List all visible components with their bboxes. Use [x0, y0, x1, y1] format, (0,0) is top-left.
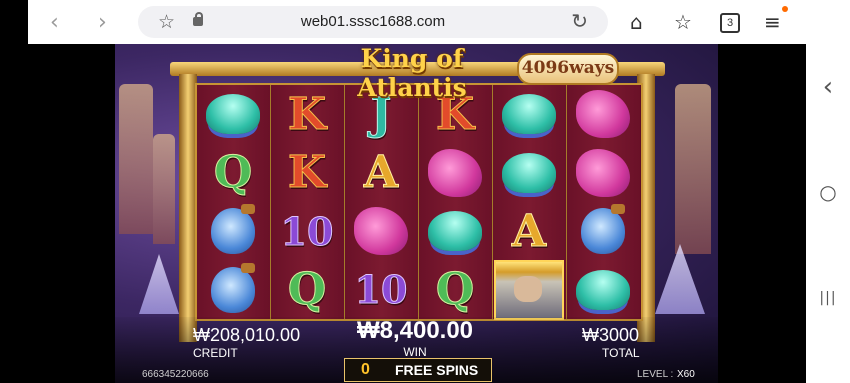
favorites-icon[interactable]: ☆	[674, 10, 692, 34]
home-icon[interactable]: ⌂	[630, 10, 643, 34]
system-home-icon[interactable]: ○	[806, 180, 850, 204]
symbol-a: A	[494, 203, 564, 259]
url-text[interactable]: web01.sssc1688.com	[138, 13, 608, 30]
symbol-q: Q	[272, 262, 342, 318]
symbol-seahorse	[420, 145, 490, 201]
symbol-k: K	[272, 86, 342, 142]
symbol-letter: 10	[354, 267, 408, 313]
symbol-shell	[568, 262, 638, 318]
win-value: ₩8,400.00	[356, 317, 474, 344]
shell-icon	[206, 94, 260, 134]
shell-icon	[576, 269, 630, 310]
browser-toolbar: ‹ › ☆ web01.sssc1688.com ↻ ⌂ ☆ 3 ≡	[28, 0, 806, 44]
symbol-shell	[494, 86, 564, 142]
symbol-shell	[420, 203, 490, 259]
shell-icon	[502, 94, 556, 134]
seahorse-icon	[354, 207, 408, 255]
symbol-seahorse	[568, 86, 638, 142]
forward-icon[interactable]: ›	[98, 10, 107, 35]
credit-label: CREDIT	[193, 346, 238, 360]
seahorse-icon	[576, 148, 630, 197]
symbol-q: Q	[198, 145, 268, 201]
tabs-button[interactable]: 3	[720, 13, 740, 33]
symbol-bottle	[568, 203, 638, 259]
symbol-seahorse	[346, 203, 416, 259]
seahorse-icon	[428, 148, 482, 197]
symbol-letter: A	[511, 205, 547, 257]
symbol-king	[494, 259, 564, 320]
background-tower	[119, 84, 153, 234]
symbol-letter: K	[287, 88, 327, 140]
background-crystal	[139, 254, 179, 314]
symbol-10: 10	[272, 203, 342, 259]
symbol-letter: K	[287, 147, 327, 199]
bottle-icon	[581, 204, 625, 254]
bottle-icon	[211, 204, 255, 254]
background-crystal	[655, 244, 705, 314]
symbol-shell	[494, 145, 564, 201]
credit-value: ₩208,010.00	[193, 325, 301, 345]
reload-icon[interactable]: ↻	[571, 9, 588, 33]
session-id: 666345220666	[142, 369, 209, 380]
system-recents-icon[interactable]: |||	[806, 290, 850, 306]
bottle-icon	[211, 262, 255, 313]
shell-icon	[502, 152, 556, 193]
address-bar[interactable]: ☆ web01.sssc1688.com ↻	[138, 6, 608, 38]
back-icon[interactable]: ‹	[50, 10, 59, 35]
system-back-icon[interactable]: ‹	[806, 72, 850, 102]
symbol-a: A	[346, 145, 416, 201]
symbol-q: Q	[420, 262, 490, 318]
game-hud: ₩208,010.00 CREDIT ₩8,400.00 WIN ₩3000 T…	[115, 317, 718, 383]
symbol-letter: 10	[280, 208, 334, 254]
symbol-bottle	[198, 262, 268, 318]
game-title-text: King of Atlantis	[357, 44, 467, 102]
total-bet-label: TOTAL	[602, 346, 640, 360]
background-tower	[675, 84, 711, 254]
menu-icon[interactable]: ≡	[764, 10, 781, 34]
seahorse-icon	[576, 90, 630, 138]
shell-icon	[428, 211, 482, 251]
symbol-10: 10	[346, 262, 416, 318]
win-label: WIN	[403, 345, 427, 359]
symbol-letter: A	[363, 147, 399, 199]
free-spins-label: FREE SPINS	[395, 362, 479, 378]
symbol-seahorse	[568, 145, 638, 201]
level-value: X60	[677, 369, 695, 380]
king-icon	[494, 259, 564, 320]
ways-badge: 4096ways	[517, 53, 619, 85]
system-navigation: ‹ ○ |||	[806, 0, 850, 383]
symbol-k: K	[272, 145, 342, 201]
background-tower	[153, 134, 175, 244]
game-title: King of Atlantis	[302, 44, 522, 102]
symbol-bottle	[198, 203, 268, 259]
total-bet-value[interactable]: ₩3000	[582, 325, 639, 346]
reels-grid[interactable]: Q K K 10 Q J A 10 K Q A	[195, 83, 643, 321]
free-spins-count: 0	[361, 361, 370, 378]
symbol-letter: Q	[287, 264, 327, 316]
level-label: LEVEL :	[637, 369, 674, 380]
symbol-letter: Q	[213, 147, 253, 199]
symbol-letter: Q	[435, 264, 475, 316]
free-spins-button[interactable]: 0 FREE SPINS	[344, 358, 492, 382]
slot-game[interactable]: Q K K 10 Q J A 10 K Q A King of Atlantis 4096ways …	[115, 44, 718, 383]
symbol-shell	[198, 86, 268, 142]
notification-dot	[782, 6, 788, 12]
